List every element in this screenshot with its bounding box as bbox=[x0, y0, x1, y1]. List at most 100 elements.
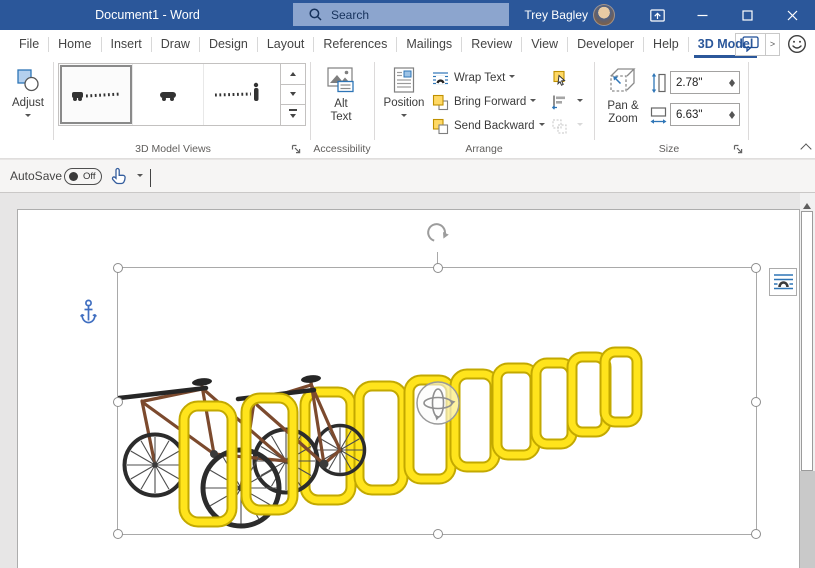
tab-references[interactable]: References bbox=[314, 31, 396, 58]
scrollbar-thumb[interactable] bbox=[801, 211, 813, 471]
model-views-gallery bbox=[58, 63, 306, 126]
ribbon-display-options-icon bbox=[650, 9, 665, 22]
window-title: Document1 - Word bbox=[60, 0, 235, 30]
group-button[interactable] bbox=[551, 115, 583, 137]
tab-insert[interactable]: Insert bbox=[102, 31, 151, 58]
touch-mouse-mode-icon[interactable] bbox=[110, 167, 127, 186]
layout-options-button[interactable] bbox=[769, 268, 797, 296]
send-backward-button[interactable]: Send Backward bbox=[432, 115, 545, 137]
group-divider bbox=[748, 62, 749, 140]
ribbon-display-options-button[interactable] bbox=[635, 0, 680, 30]
triangle-down-icon bbox=[290, 92, 296, 99]
selection-pane-button[interactable] bbox=[551, 67, 573, 89]
width-spinner[interactable] bbox=[726, 106, 737, 124]
model-view-thumbnail-2[interactable] bbox=[133, 64, 204, 125]
resize-handle-bottom-left[interactable] bbox=[113, 529, 123, 539]
height-spinner[interactable] bbox=[726, 74, 737, 92]
comments-more-button[interactable]: > bbox=[766, 33, 780, 56]
document-area bbox=[0, 193, 815, 568]
group-objects-icon bbox=[551, 118, 568, 135]
bring-forward-button[interactable]: Bring Forward bbox=[432, 91, 536, 113]
gallery-scroll-buttons bbox=[280, 64, 305, 125]
wrap-text-chevron bbox=[509, 75, 515, 81]
resize-handle-top-center[interactable] bbox=[433, 263, 443, 273]
autosave-label: AutoSave bbox=[10, 169, 62, 183]
resize-handle-bottom-center[interactable] bbox=[433, 529, 443, 539]
rotate-handle-icon[interactable] bbox=[426, 221, 450, 245]
tab-developer[interactable]: Developer bbox=[568, 31, 643, 58]
gallery-down-button[interactable] bbox=[281, 85, 305, 106]
tab-row-right-controls: > bbox=[735, 32, 807, 56]
model-view-thumb3-graphic bbox=[209, 75, 267, 115]
collapse-ribbon-button[interactable] bbox=[799, 142, 813, 156]
model-view-thumb1-graphic bbox=[66, 75, 126, 115]
group-divider bbox=[53, 62, 54, 140]
wrap-text-icon bbox=[432, 70, 449, 87]
feedback-smiley-icon[interactable] bbox=[787, 34, 807, 54]
comments-button[interactable] bbox=[735, 33, 766, 56]
position-button[interactable]: Position bbox=[380, 63, 428, 139]
resize-handle-middle-left[interactable] bbox=[113, 397, 123, 407]
autosave-state: Off bbox=[83, 171, 96, 182]
tab-home[interactable]: Home bbox=[49, 31, 100, 58]
tab-mailings[interactable]: Mailings bbox=[397, 31, 461, 58]
alt-text-icon bbox=[326, 67, 356, 94]
model-views-dialog-launcher[interactable] bbox=[291, 144, 302, 155]
scrollbar-lower-track[interactable] bbox=[800, 471, 815, 568]
gallery-up-button[interactable] bbox=[281, 64, 305, 85]
align-button[interactable] bbox=[551, 91, 583, 113]
model-view-thumbnail-3[interactable] bbox=[204, 64, 271, 125]
pan-zoom-label: Pan & Zoom bbox=[603, 100, 643, 126]
3d-model-bike-rack[interactable] bbox=[118, 268, 756, 534]
resize-handle-top-right[interactable] bbox=[751, 263, 761, 273]
minimize-icon bbox=[697, 10, 708, 21]
tab-layout[interactable]: Layout bbox=[258, 31, 314, 58]
tab-view[interactable]: View bbox=[522, 31, 567, 58]
rotate-3d-control[interactable] bbox=[417, 382, 459, 424]
shape-height-field bbox=[670, 71, 740, 94]
scroll-up-arrow[interactable] bbox=[803, 199, 811, 209]
touch-mode-chevron[interactable] bbox=[137, 174, 143, 180]
customize-quick-access-button[interactable] bbox=[150, 169, 163, 183]
selected-3d-model[interactable] bbox=[117, 267, 757, 535]
autosave-toggle[interactable]: Off bbox=[64, 168, 102, 185]
resize-handle-top-left[interactable] bbox=[113, 263, 123, 273]
title-bar: Document1 - Word Search Trey Bagley bbox=[0, 0, 815, 30]
maximize-icon bbox=[742, 10, 753, 21]
wrap-text-button[interactable]: Wrap Text bbox=[432, 67, 515, 89]
search-box[interactable]: Search bbox=[293, 3, 509, 26]
group-divider bbox=[310, 62, 311, 140]
pan-zoom-button[interactable]: Pan & Zoom bbox=[598, 63, 648, 139]
close-button[interactable] bbox=[770, 0, 815, 30]
tab-draw[interactable]: Draw bbox=[152, 31, 199, 58]
close-icon bbox=[787, 10, 798, 21]
adjust-button[interactable]: Adjust bbox=[4, 63, 52, 139]
more-line-icon bbox=[289, 109, 297, 111]
maximize-button[interactable] bbox=[725, 0, 770, 30]
resize-handle-middle-right[interactable] bbox=[751, 397, 761, 407]
tab-help[interactable]: Help bbox=[644, 31, 688, 58]
size-dialog-launcher[interactable] bbox=[733, 144, 744, 155]
gallery-more-button[interactable] bbox=[281, 105, 305, 125]
vertical-scrollbar[interactable] bbox=[800, 193, 815, 568]
chevron-down-icon bbox=[150, 169, 151, 187]
tab-review[interactable]: Review bbox=[462, 31, 521, 58]
position-dropdown-chevron bbox=[401, 114, 407, 120]
chevron-up-icon bbox=[800, 143, 811, 154]
quick-access-toolbar: AutoSave Off bbox=[0, 159, 815, 193]
resize-handle-bottom-right[interactable] bbox=[751, 529, 761, 539]
tab-design[interactable]: Design bbox=[200, 31, 257, 58]
alt-text-button[interactable]: Alt Text bbox=[314, 63, 368, 139]
send-backward-chevron bbox=[539, 123, 545, 129]
model-view-thumbnail-1[interactable] bbox=[59, 64, 133, 125]
user-avatar[interactable] bbox=[593, 4, 615, 26]
minimize-button[interactable] bbox=[680, 0, 725, 30]
selection-pane-icon bbox=[551, 70, 568, 87]
send-backward-icon bbox=[432, 118, 449, 135]
model-views-group-label: 3D Model Views bbox=[58, 143, 288, 155]
send-backward-label: Send Backward bbox=[454, 120, 535, 132]
pan-zoom-icon bbox=[606, 66, 640, 96]
tab-file[interactable]: File bbox=[10, 31, 48, 58]
layout-options-icon bbox=[773, 272, 794, 293]
bring-forward-icon bbox=[432, 94, 449, 111]
